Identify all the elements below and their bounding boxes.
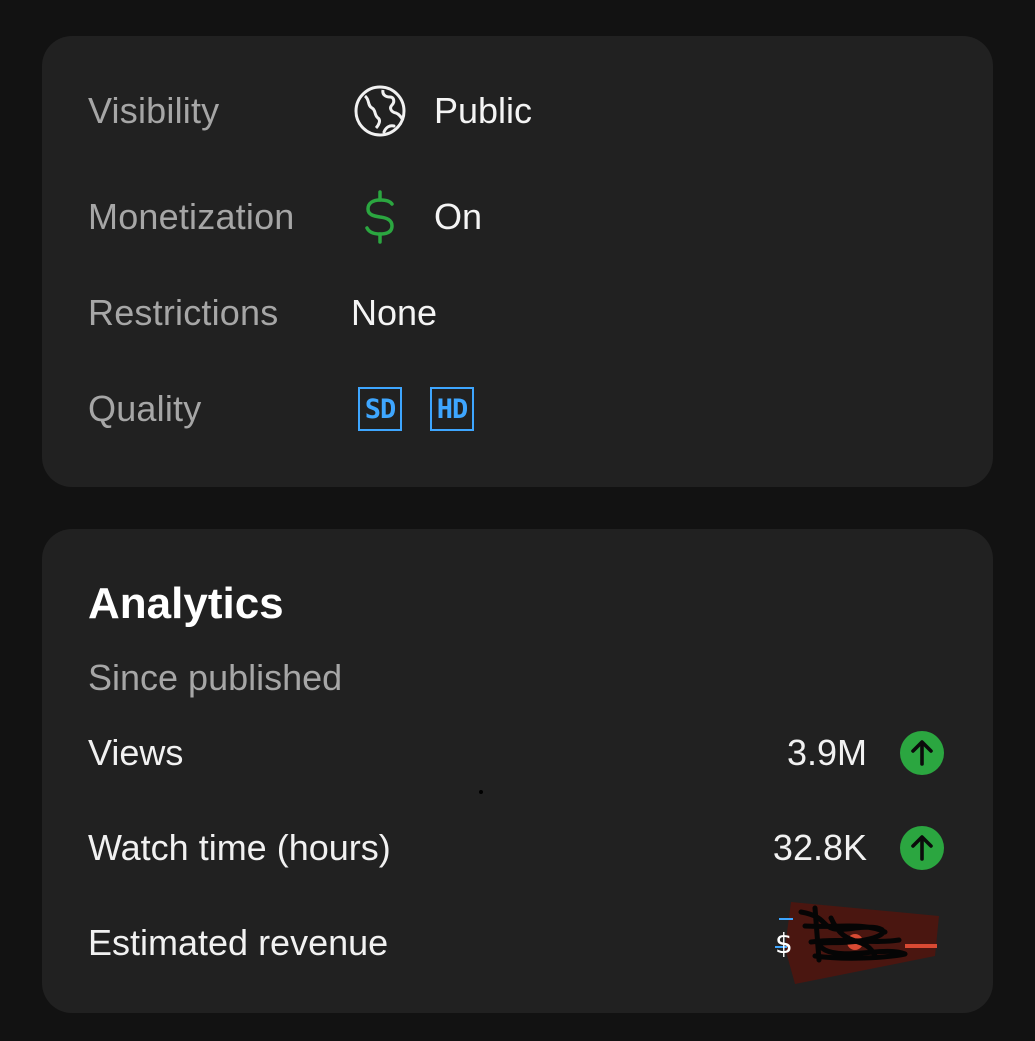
views-label: Views [88,732,184,773]
video-details-card: Visibility Public Monetization On Restri… [42,36,993,487]
watch-time-row[interactable]: Watch time (hours) 32.8K [88,818,945,878]
stray-dot [479,790,483,794]
svg-text:$: $ [775,927,793,960]
hd-badge: HD [430,387,474,431]
views-row[interactable]: Views 3.9M [88,723,945,783]
analytics-card[interactable]: Analytics Since published Views 3.9M Wat… [42,529,993,1013]
visibility-label: Visibility [88,90,220,131]
restrictions-row[interactable]: Restrictions None [88,283,947,343]
sd-badge: SD [358,387,402,431]
visibility-value: Public [434,90,533,131]
analytics-title: Analytics [88,579,284,628]
dollar-icon [352,189,408,245]
redacted-revenue-value: $ [775,902,939,984]
visibility-row[interactable]: Visibility Public [88,81,947,141]
watch-time-label: Watch time (hours) [88,827,391,868]
estimated-revenue-label: Estimated revenue [88,922,389,963]
watch-time-value: 32.8K [772,827,867,868]
restrictions-value: None [351,292,438,333]
arrow-up-circle-icon [900,731,944,775]
quality-label: Quality [88,388,202,429]
monetization-row[interactable]: Monetization On [88,187,947,247]
globe-icon [352,83,408,139]
estimated-revenue-row[interactable]: Estimated revenue $ [88,902,945,984]
arrow-up-circle-icon [900,826,944,870]
monetization-label: Monetization [88,196,295,237]
quality-row[interactable]: Quality SD HD [88,379,947,439]
restrictions-label: Restrictions [88,292,279,333]
monetization-value: On [434,196,483,237]
views-value: 3.9M [786,732,867,773]
analytics-subtitle: Since published [88,657,343,698]
